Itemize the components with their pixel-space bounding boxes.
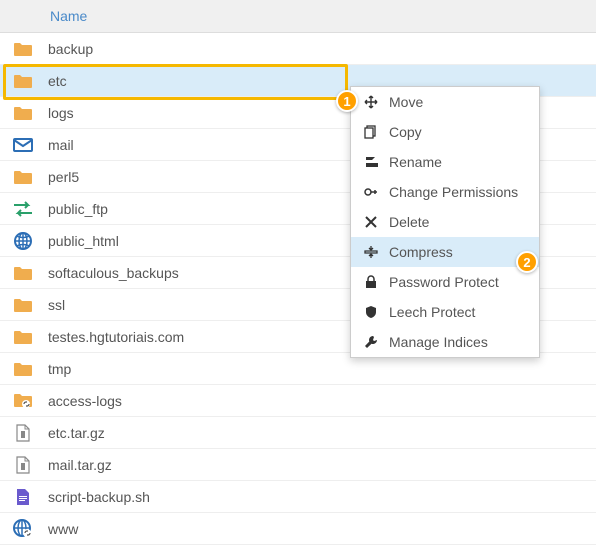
folderlink-icon	[12, 391, 34, 411]
menu-item-label: Password Protect	[389, 274, 499, 290]
menu-item-label: Move	[389, 94, 423, 110]
file-row[interactable]: mail.tar.gz	[0, 449, 596, 481]
file-name: testes.hgtutoriais.com	[48, 329, 184, 345]
file-name: www	[48, 521, 78, 537]
menu-item-wrench[interactable]: Manage Indices	[351, 327, 539, 357]
menu-item-compress[interactable]: Compress	[351, 237, 539, 267]
lock-icon	[363, 274, 379, 290]
menu-item-delete[interactable]: Delete	[351, 207, 539, 237]
file-name: access-logs	[48, 393, 122, 409]
context-menu: Move Copy Rename Change Permissions Delete Co…	[350, 86, 540, 358]
folder-icon	[12, 103, 34, 123]
menu-item-label: Rename	[389, 154, 442, 170]
file-name: script-backup.sh	[48, 489, 150, 505]
rename-icon	[363, 154, 379, 170]
file-name: softaculous_backups	[48, 265, 179, 281]
ftp-icon	[12, 199, 34, 219]
wrench-icon	[363, 334, 379, 350]
file-name: perl5	[48, 169, 79, 185]
key-icon	[363, 184, 379, 200]
file-name: public_ftp	[48, 201, 108, 217]
menu-item-copy[interactable]: Copy	[351, 117, 539, 147]
file-row[interactable]: backup	[0, 33, 596, 65]
folder-icon	[12, 39, 34, 59]
mail-icon	[12, 135, 34, 155]
menu-item-label: Delete	[389, 214, 429, 230]
menu-item-rename[interactable]: Rename	[351, 147, 539, 177]
file-name: backup	[48, 41, 93, 57]
folder-icon	[12, 359, 34, 379]
column-header[interactable]: Name	[0, 0, 596, 33]
file-row[interactable]: etc.tar.gz	[0, 417, 596, 449]
menu-item-lock[interactable]: Password Protect	[351, 267, 539, 297]
menu-item-label: Change Permissions	[389, 184, 518, 200]
copy-icon	[363, 124, 379, 140]
delete-icon	[363, 214, 379, 230]
file-name: mail	[48, 137, 74, 153]
script-icon	[12, 487, 34, 507]
folder-icon	[12, 71, 34, 91]
move-icon	[363, 94, 379, 110]
menu-item-label: Leech Protect	[389, 304, 475, 320]
menu-item-move[interactable]: Move	[351, 87, 539, 117]
file-row[interactable]: www	[0, 513, 596, 545]
shield-icon	[363, 304, 379, 320]
menu-item-label: Manage Indices	[389, 334, 488, 350]
file-name: etc.tar.gz	[48, 425, 105, 441]
menu-item-label: Compress	[389, 244, 453, 260]
folder-icon	[12, 263, 34, 283]
file-name: logs	[48, 105, 74, 121]
folder-icon	[12, 327, 34, 347]
menu-item-label: Copy	[389, 124, 422, 140]
file-name: tmp	[48, 361, 71, 377]
globelink-icon	[12, 519, 34, 539]
menu-item-key[interactable]: Change Permissions	[351, 177, 539, 207]
file-name: mail.tar.gz	[48, 457, 112, 473]
file-name: ssl	[48, 297, 65, 313]
folder-icon	[12, 167, 34, 187]
file-row[interactable]: access-logs	[0, 385, 596, 417]
file-row[interactable]: script-backup.sh	[0, 481, 596, 513]
archive-icon	[12, 423, 34, 443]
menu-item-shield[interactable]: Leech Protect	[351, 297, 539, 327]
file-name: public_html	[48, 233, 119, 249]
annotation-callout-2: 2	[516, 251, 538, 273]
compress-icon	[363, 244, 379, 260]
folder-icon	[12, 295, 34, 315]
annotation-callout-1: 1	[336, 90, 358, 112]
globe-icon	[12, 231, 34, 251]
archive-icon	[12, 455, 34, 475]
file-name: etc	[48, 73, 67, 89]
column-header-name: Name	[50, 8, 87, 24]
